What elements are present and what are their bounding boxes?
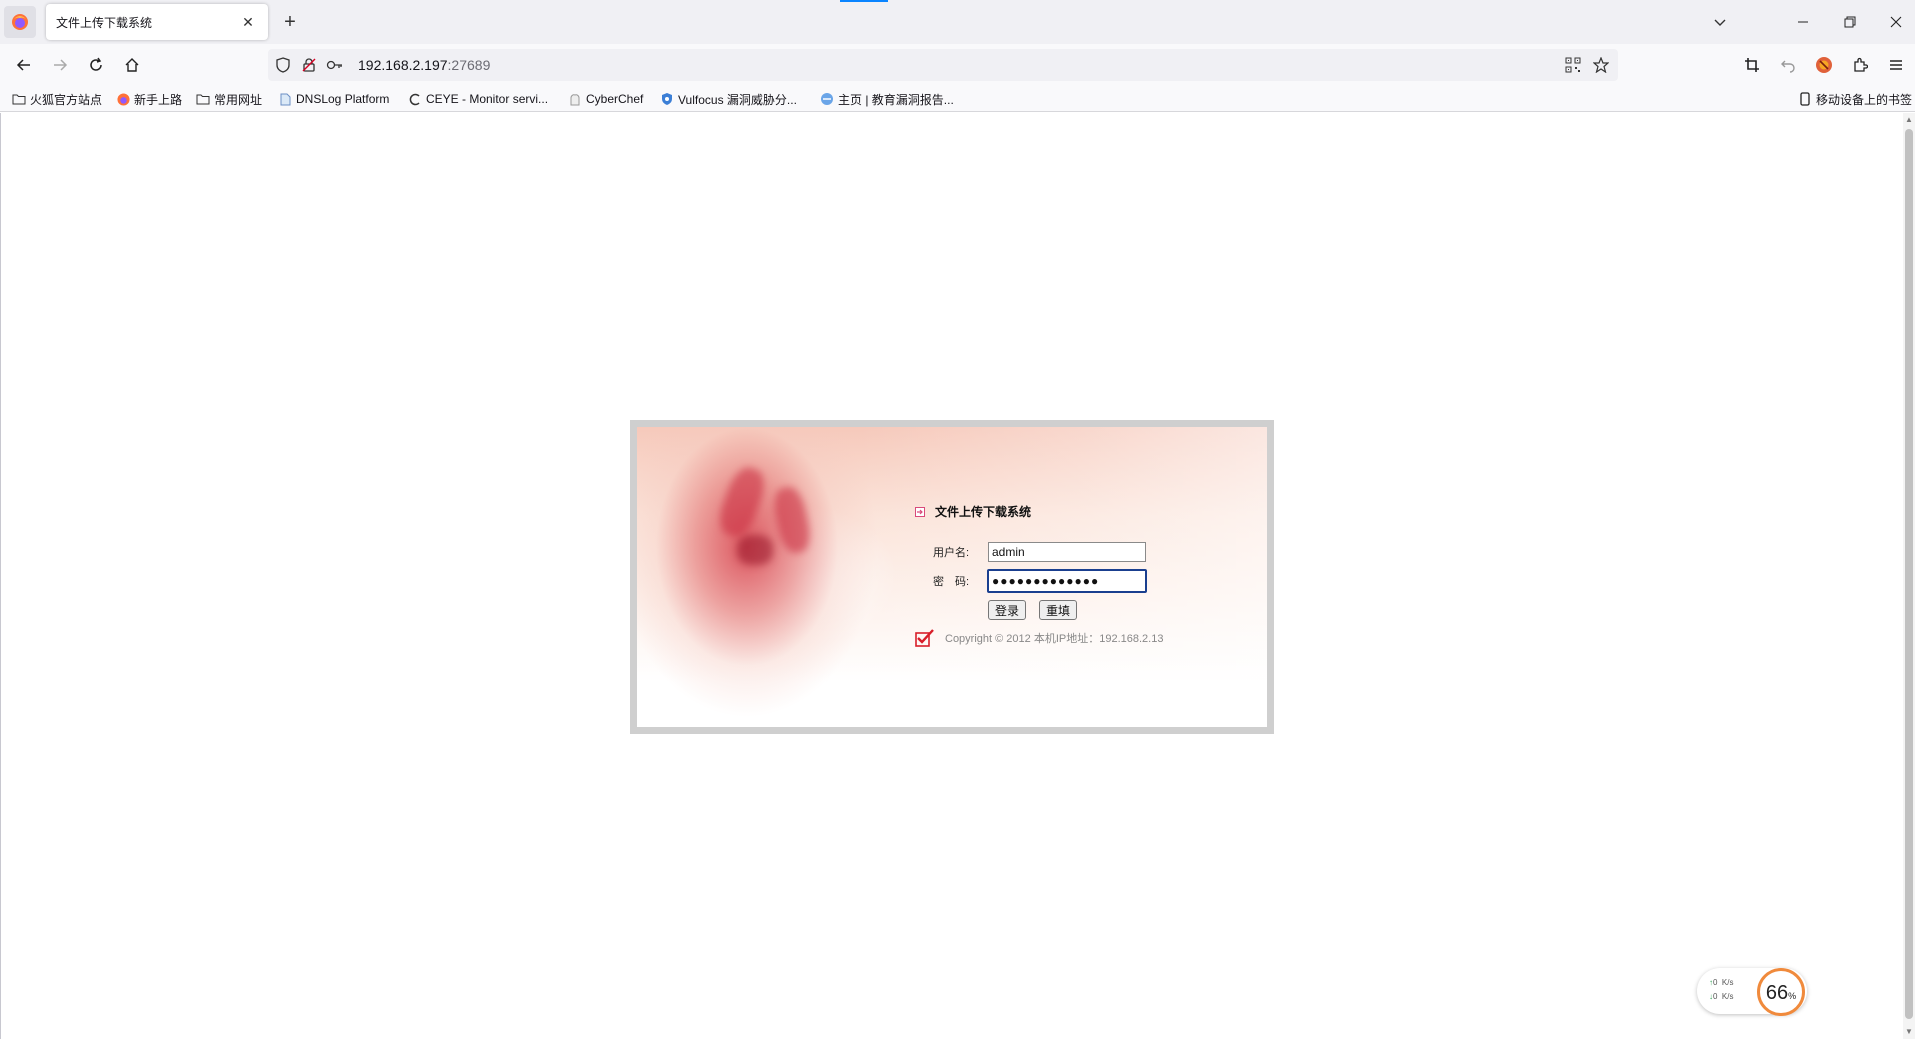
bookmark-label: Vulfocus 漏洞威胁分...	[678, 92, 797, 107]
tab-scroll-indicator	[840, 0, 888, 2]
extensions-puzzle-icon[interactable]	[1846, 51, 1874, 79]
tab-title: 文件上传下载系统	[56, 15, 153, 30]
page-content: 文件上传下载系统 用户名: 密 码: 登录 重填 Copyright © 201…	[0, 113, 1903, 1039]
minimize-icon[interactable]	[1780, 6, 1826, 38]
gauge-percent: 66	[1765, 982, 1789, 1004]
bookmark-label: CEYE - Monitor servi...	[426, 92, 549, 106]
bookmark-item[interactable]: 常用网址	[196, 90, 262, 108]
edu-icon	[820, 92, 834, 106]
undo-close-tab-icon[interactable]	[1774, 51, 1802, 79]
password-label: 密 码:	[933, 576, 970, 588]
bookmark-item[interactable]: DNSLog Platform	[278, 90, 389, 108]
tracking-protection-shield-icon[interactable]	[274, 56, 292, 74]
key-icon[interactable]	[326, 56, 344, 74]
folder-icon	[12, 92, 26, 106]
bookmark-label: 新手上路	[134, 92, 183, 107]
copyright-line: Copyright © 2012 本机IP地址：192.168.2.13	[915, 629, 1163, 647]
download-unit: K/s	[1721, 992, 1734, 1001]
bookmark-label: 常用网址	[214, 92, 263, 107]
login-panel-inner: 文件上传下载系统 用户名: 密 码: 登录 重填 Copyright © 201…	[637, 427, 1267, 727]
red-checkmark-icon	[915, 629, 934, 647]
scroll-down-arrow-icon[interactable]: ▼	[1903, 1025, 1915, 1039]
restore-icon[interactable]	[1827, 6, 1873, 38]
folder-icon	[196, 92, 210, 106]
chef-icon	[568, 92, 582, 106]
mobile-bookmarks[interactable]: 移动设备上的书签	[1798, 90, 1912, 108]
qr-code-icon[interactable]	[1564, 56, 1582, 74]
reset-button[interactable]: 重填	[1039, 600, 1077, 620]
bookmark-label: 主页 | 教育漏洞报告...	[838, 92, 954, 107]
bookmarks-toolbar: 火狐官方站点 新手上路 常用网址 DNSLog Platform CEYE - …	[0, 86, 1915, 112]
mobile-device-icon	[1798, 92, 1812, 106]
shield-icon	[660, 92, 674, 106]
download-speed: ↓0 K/s	[1709, 992, 1733, 1001]
login-panel: 文件上传下载系统 用户名: 密 码: 登录 重填 Copyright © 201…	[630, 420, 1274, 734]
url-host: 192.168.2.197	[358, 57, 448, 73]
download-value: 0	[1713, 992, 1718, 1001]
tab-close-icon[interactable]: ✕	[238, 12, 258, 32]
url-port: :27689	[447, 57, 491, 73]
vertical-scrollbar[interactable]: ▲ ▼	[1903, 113, 1915, 1039]
bookmark-item[interactable]: CEYE - Monitor servi...	[408, 90, 548, 108]
back-arrow-icon[interactable]	[10, 51, 38, 79]
ceye-icon	[408, 92, 422, 106]
bookmark-item[interactable]: Vulfocus 漏洞威胁分...	[660, 90, 797, 108]
screenshot-crop-icon[interactable]	[1738, 51, 1766, 79]
home-icon[interactable]	[118, 51, 146, 79]
menu-hamburger-icon[interactable]	[1882, 51, 1910, 79]
list-all-tabs-chevron-down-icon[interactable]	[1708, 10, 1732, 34]
bookmark-item[interactable]: CyberChef	[568, 90, 643, 108]
tab-active[interactable]: 文件上传下载系统 ✕	[46, 4, 268, 40]
insecure-lock-icon[interactable]	[300, 56, 318, 74]
mobile-bookmarks-label: 移动设备上的书签	[1816, 92, 1913, 107]
upload-speed: ↑0 K/s	[1709, 978, 1733, 987]
system-title-text: 文件上传下载系统	[935, 505, 1032, 519]
firefox-view-button[interactable]	[4, 6, 36, 38]
network-speed-widget[interactable]: ↑0 K/s ↓0 K/s 66%	[1697, 968, 1807, 1016]
bookmark-star-icon[interactable]	[1592, 56, 1610, 74]
bookmark-item[interactable]: 主页 | 教育漏洞报告...	[820, 90, 954, 108]
login-button[interactable]: 登录	[988, 600, 1026, 620]
bookmark-item[interactable]: 火狐官方站点	[12, 90, 102, 108]
navigation-toolbar: 192.168.2.197:27689	[0, 44, 1915, 86]
username-input[interactable]	[988, 542, 1146, 562]
firefox-icon	[116, 92, 130, 106]
reload-icon[interactable]	[82, 51, 110, 79]
scroll-up-arrow-icon[interactable]: ▲	[1903, 113, 1915, 127]
url-text[interactable]: 192.168.2.197:27689	[358, 57, 490, 73]
arrow-bullet-icon	[915, 506, 925, 517]
bookmark-label: 火狐官方站点	[30, 92, 103, 107]
copyright-text: Copyright © 2012 本机IP地址：192.168.2.13	[945, 633, 1164, 645]
url-bar[interactable]: 192.168.2.197:27689	[268, 49, 1618, 81]
gauge-percent-sign: %	[1788, 991, 1797, 1001]
bookmark-label: DNSLog Platform	[296, 92, 390, 106]
memory-gauge[interactable]: 66%	[1757, 968, 1805, 1016]
tab-strip: 文件上传下载系统 ✕ +	[0, 0, 1915, 44]
password-input[interactable]	[987, 569, 1147, 593]
close-window-icon[interactable]	[1873, 6, 1915, 38]
system-title: 文件上传下载系统	[915, 503, 1031, 520]
extension-addon-icon[interactable]	[1810, 51, 1838, 79]
forward-arrow-icon[interactable]	[46, 51, 74, 79]
upload-unit: K/s	[1721, 978, 1734, 987]
bookmark-label: CyberChef	[586, 92, 644, 106]
scrollbar-thumb[interactable]	[1905, 129, 1913, 1019]
username-label: 用户名:	[933, 547, 970, 559]
bookmark-item[interactable]: 新手上路	[116, 90, 182, 108]
page-icon	[278, 92, 292, 106]
new-tab-plus-icon[interactable]: +	[278, 10, 302, 34]
upload-value: 0	[1713, 978, 1718, 987]
firefox-logo-icon	[12, 14, 28, 30]
